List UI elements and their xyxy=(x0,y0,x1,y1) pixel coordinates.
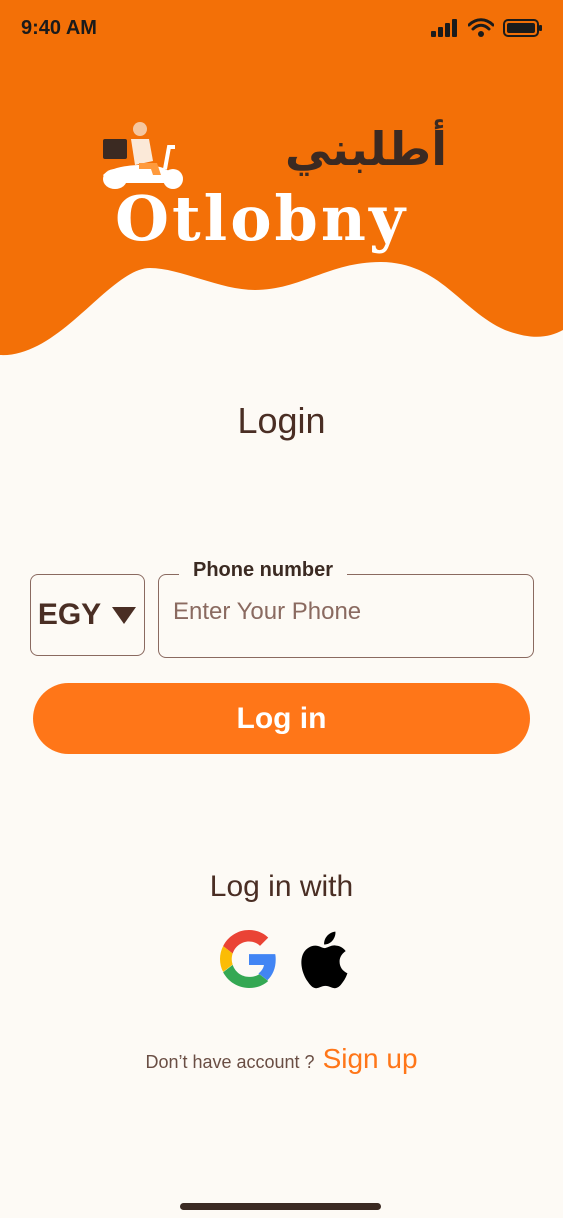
country-code-value: EGY xyxy=(37,598,102,631)
signup-question: Don’t have account ? xyxy=(145,1052,315,1072)
phone-input[interactable] xyxy=(171,597,515,627)
home-indicator[interactable] xyxy=(180,1203,381,1210)
status-time: 9:40 AM xyxy=(21,17,97,39)
header-banner: 9:40 AM أطلبني Otlobny xyxy=(0,0,563,370)
phone-label: Phone number xyxy=(179,559,348,582)
status-icons xyxy=(431,18,543,38)
login-button[interactable]: Log in xyxy=(33,683,530,754)
social-login-options xyxy=(220,930,350,990)
brand-arabic-name: أطلبني xyxy=(285,122,447,176)
dropdown-triangle-icon xyxy=(112,607,137,624)
google-icon[interactable] xyxy=(220,930,278,988)
phone-field[interactable]: Phone number xyxy=(158,559,534,658)
social-login-heading: Log in with xyxy=(209,870,354,903)
apple-icon[interactable] xyxy=(292,930,350,990)
wifi-icon xyxy=(468,18,494,37)
brand-latin-name: Otlobny xyxy=(115,182,409,255)
battery-icon xyxy=(503,19,542,37)
brand-logo: أطلبني Otlobny xyxy=(95,112,455,272)
page-title: Login xyxy=(237,400,326,441)
signup-link[interactable]: Sign up xyxy=(323,1043,418,1075)
country-code-select[interactable]: EGY xyxy=(30,574,145,656)
cellular-signal-icon xyxy=(431,19,457,37)
signup-row: Don’t have account ? Sign up xyxy=(0,1043,563,1075)
